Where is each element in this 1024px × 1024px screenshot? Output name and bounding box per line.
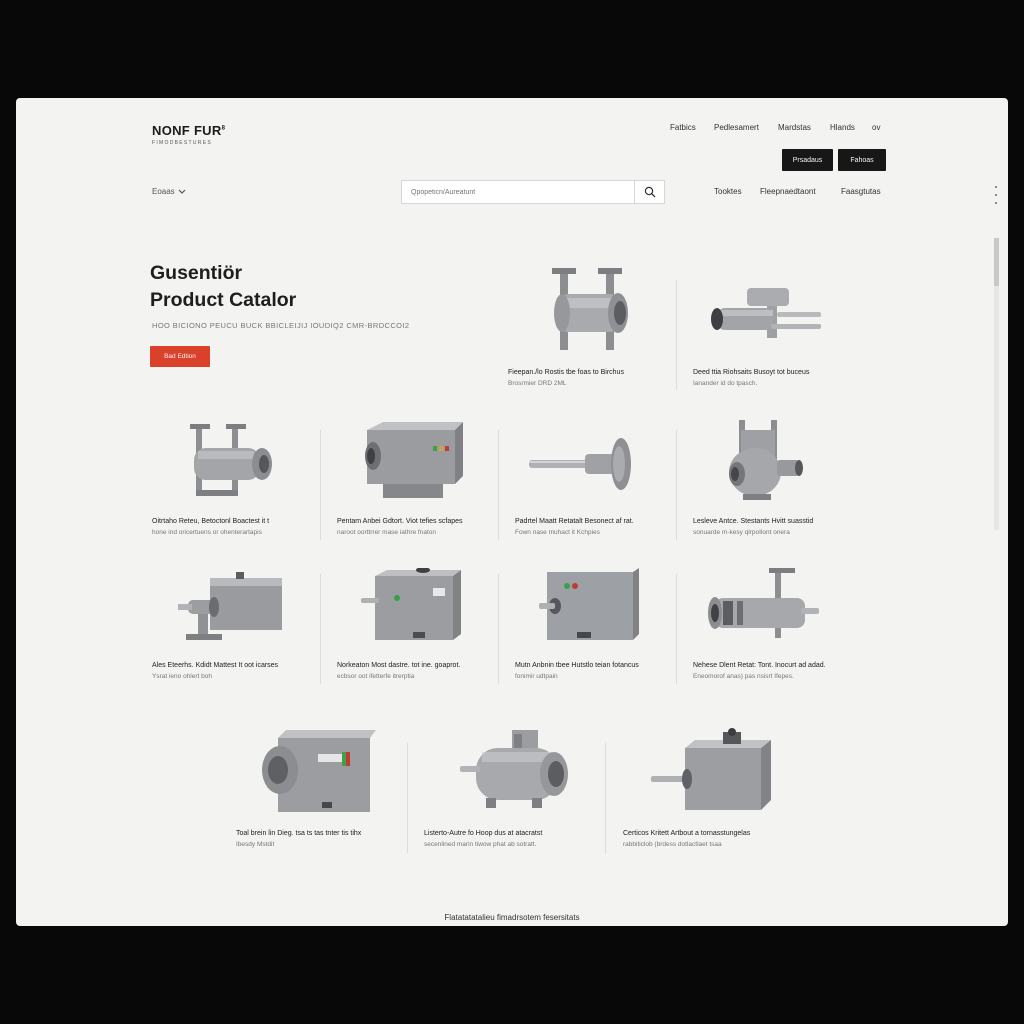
product-card[interactable]: Fieepan./lo Rostis tbe foas to Birchus B…: [508, 264, 668, 394]
column-divider: [605, 743, 606, 853]
product-meta: Brosrmier DRD 2ML: [508, 380, 567, 387]
column-divider: [320, 430, 321, 540]
column-divider: [498, 430, 499, 540]
piston-rod-icon: [711, 288, 821, 338]
product-name: Oitrtaho Reteu, Betoctonl Boactest it t: [152, 518, 270, 525]
more-menu-icon[interactable]: [994, 186, 998, 204]
product-name: Listerto-Autre fo Hoop dus at atacratst: [424, 830, 543, 837]
product-card[interactable]: Toal brein lin Dieg. tsa ts tas tnter ti…: [236, 726, 406, 856]
product-meta: ecbsor oot ifetterfe itrerptia: [337, 673, 415, 680]
product-card[interactable]: Listerto-Autre fo Hoop dus at atacratst …: [424, 726, 604, 856]
product-card[interactable]: Padrtel Maatt Retatalt Besonect af rat. …: [515, 418, 675, 538]
product-meta: Ysrat ieno ohlert boh: [152, 673, 212, 680]
search-input[interactable]: [401, 180, 635, 204]
features-button[interactable]: Fahoas: [838, 149, 886, 171]
scrollbar[interactable]: [994, 238, 999, 530]
product-card[interactable]: Nehese Dlent Retat: Tont. Inocurt ad ada…: [693, 568, 853, 688]
product-name: Ales Eteerhs. Kdidt Mattest It oot icars…: [152, 662, 279, 669]
product-meta: Eneomorof anas) pas nsisrt Ifepes.: [693, 673, 794, 680]
scrollbar-thumb[interactable]: [994, 238, 999, 286]
product-name: Nehese Dlent Retat: Tont. Inocurt ad ada…: [693, 662, 826, 669]
chevron-down-icon: [178, 189, 186, 194]
product-meta: naroot oorttrrer mase iathre fnaton: [337, 529, 436, 536]
top-nav-item-2[interactable]: Pedlesamert: [714, 123, 759, 132]
search-button[interactable]: [635, 180, 665, 204]
product-name: Norkeaton Most dastre. tot ine. goaprot.: [337, 662, 461, 669]
gearbox-icon: [365, 422, 463, 498]
product-card[interactable]: Certicos Kritett Artbout a tornasstungel…: [623, 726, 803, 856]
product-meta: hone ind oricertuens or ohenterartapis: [152, 529, 262, 536]
coupling-unit-icon: [262, 730, 376, 812]
hero-description: HOO BICIONO PEUCU BUCK BBICLEIJIJ IOUDIQ…: [152, 321, 410, 330]
sub-nav-item-3[interactable]: Faasgtutas: [841, 187, 881, 196]
control-box-icon: [361, 568, 461, 640]
flanged-pump-icon: [190, 424, 272, 496]
actuator-icon: [708, 568, 819, 638]
centrifugal-pump-icon: [460, 730, 568, 808]
product-name: Padrtel Maatt Retatalt Besonect af rat.: [515, 518, 634, 525]
motor-block-icon: [178, 572, 282, 640]
top-nav-item-5[interactable]: ov: [872, 123, 880, 132]
products-button[interactable]: Prsadaus: [782, 149, 833, 171]
column-divider: [320, 574, 321, 684]
product-name: Deed ttia Riohsaits Busoyt tot buceus: [693, 369, 810, 376]
product-name: Pentam Anbei Gdtort. Viot tefies scfapes: [337, 518, 463, 525]
brand-mark: 8: [221, 125, 226, 132]
hero-cta-button[interactable]: Bad Edtion: [150, 346, 210, 367]
column-divider: [498, 574, 499, 684]
shaft-flange-icon: [529, 438, 631, 490]
drive-unit-icon: [539, 568, 639, 640]
product-card[interactable]: Ales Eteerhs. Kdidt Mattest It oot icars…: [152, 568, 312, 688]
product-card[interactable]: Norkeaton Most dastre. tot ine. goaprot.…: [337, 568, 497, 688]
product-name: Lesleve Antce. Stestants Hvitt suasstid: [693, 518, 814, 525]
motor-cube-icon: [651, 728, 771, 810]
locale-selector[interactable]: Eoaas: [152, 187, 186, 196]
sub-nav-item-1[interactable]: Tooktes: [714, 187, 742, 196]
browser-window: NONF FUR8 FIMODBESTURES Fatbics Pedlesam…: [16, 98, 1008, 926]
product-meta: sonuarde m-kesy qlrpoIlont onera: [693, 529, 790, 536]
column-divider: [676, 430, 677, 540]
product-meta: rabbiticlob (brdess dotlactlaet tsaa: [623, 841, 722, 848]
product-name: Fieepan./lo Rostis tbe foas to Birchus: [508, 369, 624, 376]
product-name: Certicos Kritett Artbout a tornasstungel…: [623, 830, 751, 837]
product-meta: Fown nase muhact it Kchpies: [515, 529, 600, 536]
product-name: Mutn Anbnin tbee Hutstlo teian fotancus: [515, 662, 639, 669]
brand-name: NONF FUR: [152, 123, 222, 138]
pump-housing-icon: [729, 420, 803, 500]
product-card[interactable]: Lesleve Antce. Stestants Hvitt suasstid …: [693, 418, 853, 538]
product-meta: Ibesdy Mstdit: [236, 841, 275, 848]
product-meta: Ianander id do tpasch.: [693, 380, 758, 387]
product-name: Toal brein lin Dieg. tsa ts tas tnter ti…: [236, 830, 362, 837]
column-divider: [676, 280, 677, 390]
product-card[interactable]: Deed ttia Riohsaits Busoyt tot buceus Ia…: [693, 264, 853, 394]
top-nav-item-3[interactable]: Mardstas: [778, 123, 811, 132]
brand-tagline: FIMODBESTURES: [152, 140, 212, 146]
product-card[interactable]: Pentam Anbei Gdtort. Viot tefies scfapes…: [337, 418, 497, 538]
product-card[interactable]: Mutn Anbnin tbee Hutstlo teian fotancus …: [515, 568, 675, 688]
sub-nav-item-2[interactable]: Fleepnaedtaont: [760, 187, 816, 196]
page-title-line-2: Product Catalor: [150, 289, 297, 311]
page-title: Gusentiör Product Catalor: [150, 260, 296, 314]
brand-logo[interactable]: NONF FUR8 FIMODBESTURES: [152, 123, 225, 146]
top-nav-item-1[interactable]: Fatbics: [670, 123, 696, 132]
footer-link[interactable]: Flatatatatalieu fimadrsotem fesersitats: [16, 913, 1008, 922]
flanged-pipe-icon: [552, 268, 628, 350]
locale-label: Eoaas: [152, 187, 175, 196]
product-meta: fonimir udtpain: [515, 673, 558, 680]
page-title-line-1: Gusentiör: [150, 262, 243, 284]
column-divider: [407, 743, 408, 853]
product-card[interactable]: Oitrtaho Reteu, Betoctonl Boactest it t …: [152, 418, 312, 538]
product-meta: secenlined marin tiwow phat ab sotratt.: [424, 841, 537, 848]
top-nav-item-4[interactable]: Hlands: [830, 123, 855, 132]
search-icon: [644, 186, 655, 198]
column-divider: [676, 574, 677, 684]
